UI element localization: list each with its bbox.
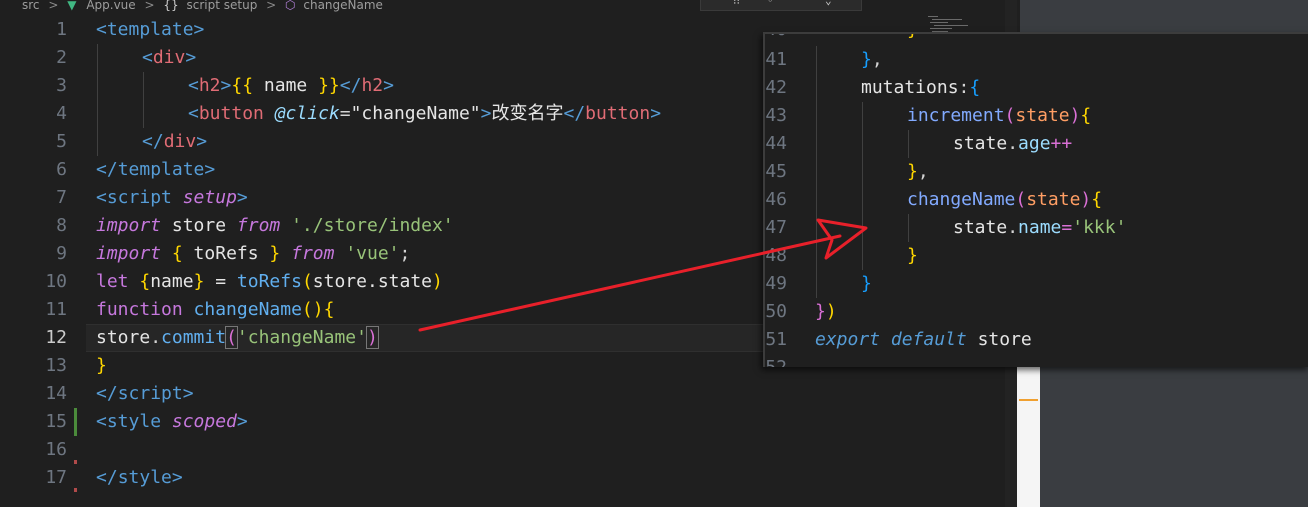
line-number: 15 [45,411,67,432]
line-number: 11 [45,299,67,320]
code-text: state.age++ [953,133,1073,154]
code-line: 50 }) [765,298,1308,326]
code-text: }, [907,161,929,182]
code-text[interactable]: <button @click="changeName">改变名字</button… [188,100,661,128]
breadcrumb-separator: > [144,0,155,12]
breadcrumb-src[interactable]: src [22,0,40,11]
code-text[interactable]: store.commit('changeName') [96,324,379,352]
code-text: }, [861,49,883,70]
code-line: 52 [765,354,1308,367]
code-text[interactable]: <script setup> [96,184,248,212]
code-text[interactable]: import { toRefs } from 'vue'; [96,240,410,268]
line-number: 3 [56,75,67,96]
line-number: 51 [765,329,787,350]
line-number: 7 [56,187,67,208]
code-text: changeName(state){ [907,189,1103,210]
line-number: 10 [45,271,67,292]
line-number: 46 [765,189,787,210]
code-text[interactable]: </div> [142,128,207,156]
code-text[interactable]: import store from './store/index' [96,212,454,240]
code-line: 49 } [765,270,1308,298]
breadcrumb-separator: > [266,0,277,12]
line-number: 13 [45,355,67,376]
line-number: 50 [765,301,787,322]
code-line: 43 increment(state){ [765,102,1308,130]
match-case-icon[interactable]: ⁝⁝ [733,0,740,7]
line-number: 41 [765,49,787,70]
line-number: 42 [765,77,787,98]
line-number: 2 [56,47,67,68]
store-index-snippet: 40 } 41 }, 42 mutations:{ 43 increment(s… [763,32,1308,367]
code-line[interactable]: 14 </script> [0,380,1020,408]
line-number: 6 [56,159,67,180]
code-text[interactable]: </template> [96,156,215,184]
cube-icon: ⬡ [285,0,296,12]
chevron-down-icon[interactable]: ⌄ [825,0,832,7]
code-text[interactable]: <h2>{{ name }}</h2> [188,72,394,100]
line-number: 8 [56,215,67,236]
code-line[interactable]: 16 [0,436,1020,464]
line-number: 5 [56,131,67,152]
code-line: 40 } [765,34,1308,44]
git-deleted-marker[interactable] [74,488,77,492]
code-line: 48 } [765,242,1308,270]
code-line: 51 export default store [765,326,1308,354]
code-line[interactable]: 15 <style scoped> [0,408,1020,436]
code-text[interactable]: function changeName(){ [96,296,334,324]
line-number: 1 [56,19,67,40]
code-line[interactable]: 17 </style> [0,464,1020,492]
code-text[interactable]: } [96,352,107,380]
line-number: 14 [45,383,67,404]
code-line: 42 mutations:{ [765,74,1308,102]
line-number: 49 [765,273,787,294]
code-text: } [907,34,918,44]
line-number: 9 [56,243,67,264]
whole-word-icon[interactable]: ◦ [767,0,774,7]
line-number: 40 [765,34,787,44]
line-number: 12 [45,327,67,348]
breadcrumb-change-name[interactable]: changeName [303,0,383,11]
code-text: mutations:{ [861,77,981,98]
code-line: 45 }, [765,158,1308,186]
code-line: 41 }, [765,46,1308,74]
code-line: 47 state.name='kkk' [765,214,1308,242]
line-number: 4 [56,103,67,124]
code-text[interactable]: <div> [142,44,196,72]
code-line: 46 changeName(state){ [765,186,1308,214]
line-number: 47 [765,217,787,238]
line-number: 43 [765,105,787,126]
line-number: 48 [765,245,787,266]
line-number: 16 [45,439,67,460]
breadcrumb-script-setup[interactable]: script setup [187,0,258,11]
breadcrumb-separator: > [48,0,59,12]
code-text: } [907,245,918,266]
code-text: export default store [815,329,1032,350]
breadcrumb-app-vue[interactable]: App.vue [86,0,135,11]
side-panel-strip [1017,365,1040,507]
code-text[interactable]: <style scoped> [96,408,248,436]
breadcrumb: src > ▼ App.vue > {} script setup > ⬡ ch… [0,0,700,12]
code-line: 44 state.age++ [765,130,1308,158]
vue-icon: ▼ [67,0,77,12]
code-text[interactable]: </style> [96,464,183,492]
code-text[interactable]: let {name} = toRefs(store.state) [96,268,443,296]
code-text: state.name='kkk' [953,217,1127,238]
git-modified-marker[interactable] [74,408,77,436]
line-number: 45 [765,161,787,182]
code-text: }) [815,301,837,322]
code-text: increment(state){ [907,105,1092,126]
line-number: 44 [765,133,787,154]
code-text[interactable]: </script> [96,380,194,408]
line-number: 17 [45,467,67,488]
code-text: } [861,273,872,294]
find-widget[interactable]: ⁝⁝ ◦ ⌄ [700,0,862,11]
braces-icon: {} [163,0,179,12]
code-text[interactable]: <template> [96,16,204,44]
line-number: 52 [765,354,787,367]
